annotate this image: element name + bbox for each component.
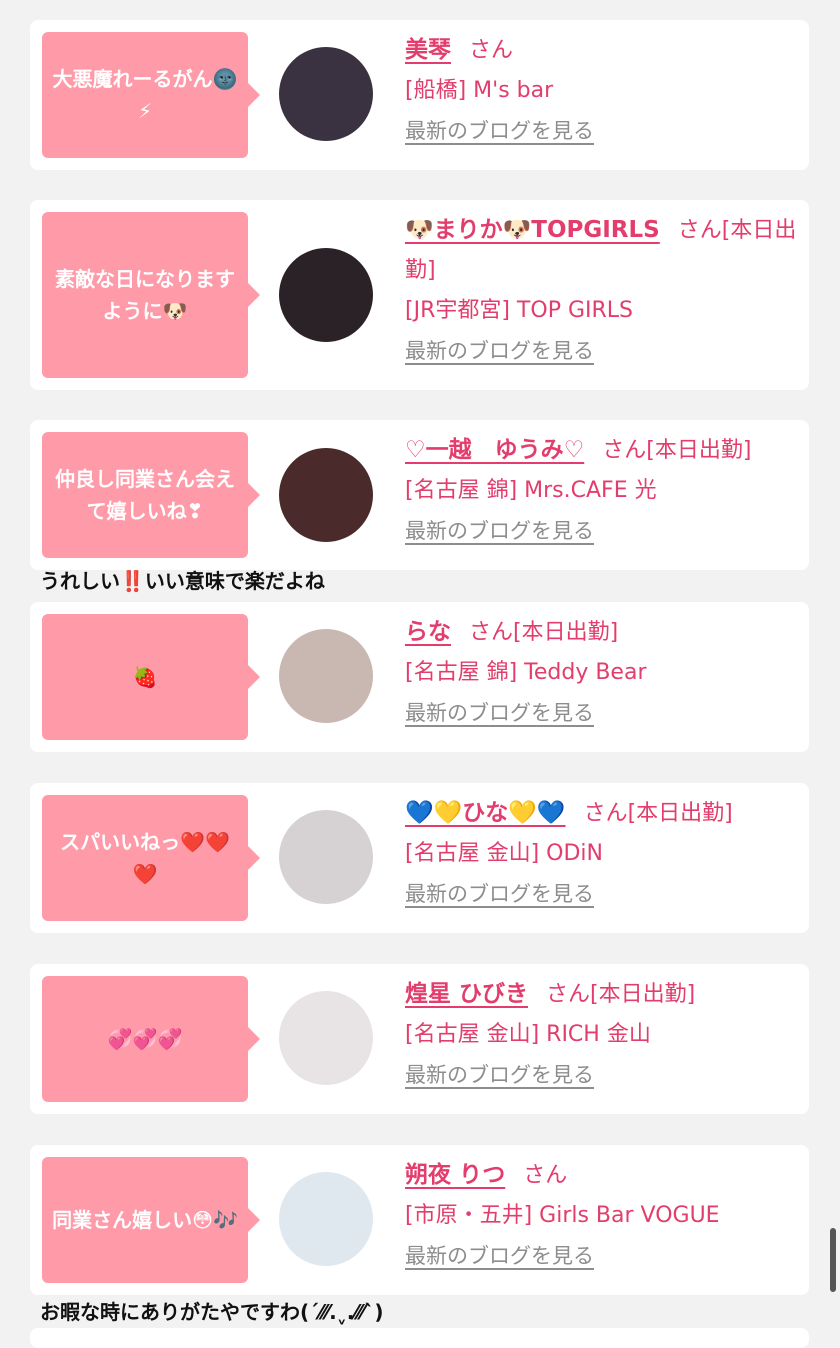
message-bubble: 💞💞💞 — [42, 976, 260, 1102]
store-label: [名古屋 錦] Mrs.CAFE 光 — [405, 478, 657, 503]
message-bubble: 同業さん嬉しい😳🎶 — [42, 1157, 260, 1283]
latest-blog-link[interactable]: 最新のブログを見る — [405, 874, 594, 914]
cast-name-link[interactable]: 美琴 — [405, 37, 451, 63]
honorific: さん[本日出勤] — [602, 438, 752, 463]
diary-card: 同業さん嬉しい😳🎶 朔夜 りつ さん [市原・五井] Girls Bar VOGU… — [30, 1145, 809, 1295]
diary-card: 仲良し同業さん会えて嬉しいね❣ ♡一越 ゆうみ♡ さん[本日出勤] [名古屋 錦]… — [30, 420, 809, 570]
message-text: 💞💞💞 — [107, 1027, 183, 1051]
store-label: [船橋] M's bar — [405, 78, 554, 103]
diary-card: 素敵な日になりますように🐶 🐶まりか🐶TOPGIRLS さん[本日出勤] [JR宇… — [30, 200, 809, 390]
avatar[interactable] — [279, 810, 373, 904]
avatar[interactable] — [279, 248, 373, 342]
comment-text: うれしい‼️いい意味で楽だよね — [40, 569, 325, 593]
diary-card: 大悪魔れーるがん🌚⚡ 美琴 さん [船橋] M's bar 最新のブログを見る — [30, 20, 809, 170]
latest-blog-link[interactable]: 最新のブログを見る — [405, 331, 594, 371]
avatar[interactable] — [279, 47, 373, 141]
cast-name-link[interactable]: らな — [405, 619, 451, 645]
message-bubble: 🍓 — [42, 614, 260, 740]
scrollbar[interactable] — [830, 1228, 836, 1292]
message-bubble: 素敵な日になりますように🐶 — [42, 212, 260, 378]
message-bubble: 仲良し同業さん会えて嬉しいね❣ — [42, 432, 260, 558]
latest-blog-link[interactable]: 最新のブログを見る — [405, 1236, 594, 1276]
store-label: [JR宇都宮] TOP GIRLS — [405, 298, 633, 323]
cast-name-link[interactable]: 朔夜 りつ — [405, 1162, 505, 1188]
diary-card: 💞💞💞 煌星 ひびき さん[本日出勤] [名古屋 金山] RICH 金山 最新のブ… — [30, 964, 809, 1114]
avatar[interactable] — [279, 448, 373, 542]
honorific: さん — [469, 38, 514, 63]
message-text: スパいいねっ❤️❤️❤️ — [60, 830, 230, 886]
store-label: [市原・五井] Girls Bar VOGUE — [405, 1203, 720, 1228]
store-label: [名古屋 錦] Teddy Bear — [405, 660, 647, 685]
latest-blog-link[interactable]: 最新のブログを見る — [405, 1055, 594, 1095]
diary-card: スパいいねっ❤️❤️❤️ 💙💛ひな💛💙 さん[本日出勤] [名古屋 金山] ODi… — [30, 783, 809, 933]
message-bubble: 大悪魔れーるがん🌚⚡ — [42, 32, 260, 158]
cast-name-link[interactable]: 💙💛ひな💛💙 — [405, 800, 566, 826]
avatar[interactable] — [279, 1172, 373, 1266]
message-text: 素敵な日になりますように🐶 — [55, 267, 235, 323]
store-label: [名古屋 金山] RICH 金山 — [405, 1022, 651, 1047]
cast-name-link[interactable]: 煌星 ひびき — [405, 981, 528, 1007]
latest-blog-link[interactable]: 最新のブログを見る — [405, 693, 594, 733]
message-text: 同業さん嬉しい😳🎶 — [52, 1208, 238, 1232]
latest-blog-link[interactable]: 最新のブログを見る — [405, 511, 594, 551]
latest-blog-link[interactable]: 最新のブログを見る — [405, 111, 594, 151]
comment-text: お暇な時にありがたやですわ(ˊ⁄⁄⁄.ˬ.⁄⁄⁄ˋ) — [40, 1300, 384, 1324]
honorific: さん[本日出勤] — [546, 982, 696, 1007]
store-label: [名古屋 金山] ODiN — [405, 841, 603, 866]
message-bubble: スパいいねっ❤️❤️❤️ — [42, 795, 260, 921]
avatar[interactable] — [279, 629, 373, 723]
honorific: さん[本日出勤] — [469, 620, 619, 645]
next-card-partial — [30, 1328, 809, 1348]
honorific: さん — [523, 1163, 568, 1188]
avatar[interactable] — [279, 991, 373, 1085]
diary-card: 🍓 らな さん[本日出勤] [名古屋 錦] Teddy Bear 最新のブログを見… — [30, 602, 809, 752]
message-text: 大悪魔れーるがん🌚⚡ — [52, 67, 238, 123]
message-text: 🍓 — [132, 665, 158, 689]
cast-name-link[interactable]: 🐶まりか🐶TOPGIRLS — [405, 217, 660, 243]
honorific: さん[本日出勤] — [583, 801, 733, 826]
cast-name-link[interactable]: ♡一越 ゆうみ♡ — [405, 437, 584, 463]
message-text: 仲良し同業さん会えて嬉しいね❣ — [55, 467, 235, 523]
